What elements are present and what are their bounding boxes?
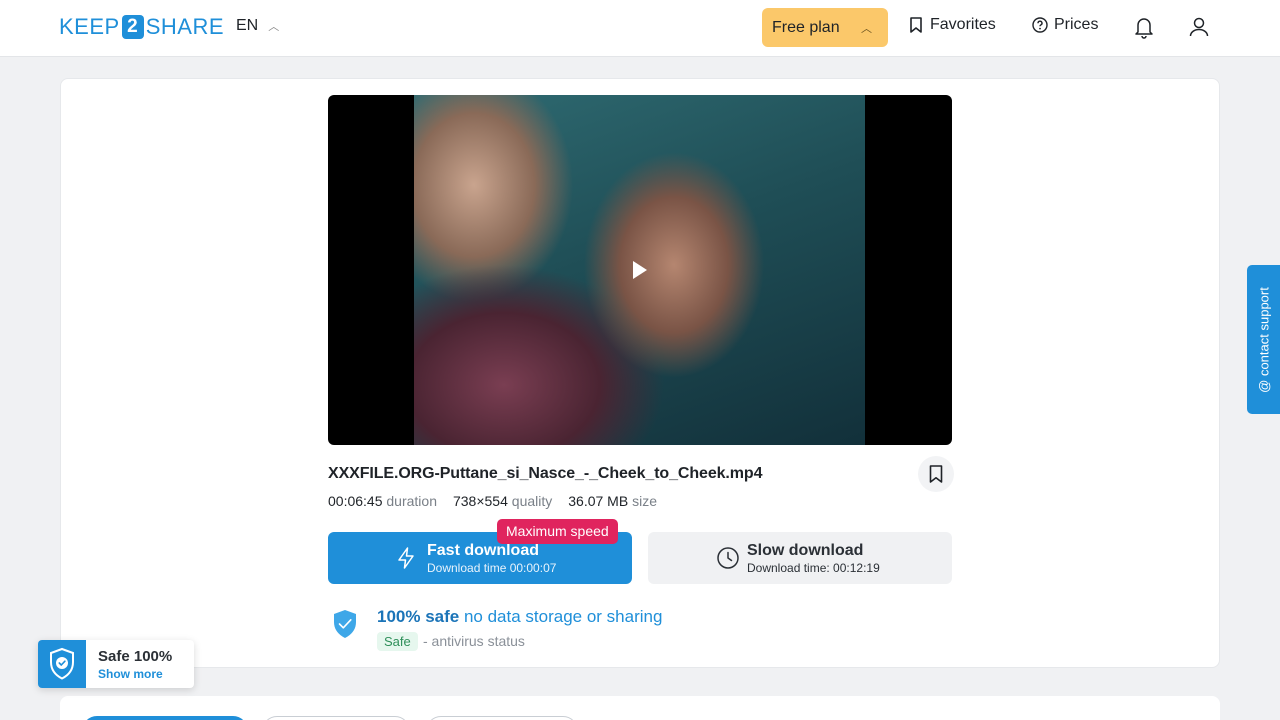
language-selector[interactable]: EN ︿	[236, 17, 279, 35]
slow-download-button[interactable]: Slow download Download time: 00:12:19	[648, 532, 952, 584]
bottom-tab-1[interactable]	[82, 716, 248, 720]
logo-text-right: SHARE	[145, 14, 224, 39]
slow-download-time: Download time: 00:12:19	[747, 561, 880, 575]
quality-item: 738×554 quality	[453, 493, 552, 509]
bottom-tab-3[interactable]	[426, 716, 578, 720]
lightning-icon	[398, 547, 414, 569]
fast-download-time: Download time 00:00:07	[427, 561, 557, 575]
fast-download-title: Fast download	[427, 542, 539, 559]
prices-label: Prices	[1054, 16, 1099, 33]
contact-support-label: @ contact support	[1256, 286, 1271, 393]
help-circle-icon	[1032, 17, 1048, 33]
size-label: size	[632, 493, 657, 509]
duration-item: 00:06:45 duration	[328, 493, 437, 509]
duration-value: 00:06:45	[328, 493, 383, 509]
prices-link[interactable]: Prices	[1032, 16, 1098, 34]
duration-label: duration	[386, 493, 437, 509]
bookmark-icon	[929, 465, 943, 483]
favorites-link[interactable]: Favorites	[908, 16, 996, 34]
logo-badge: 2	[121, 15, 144, 39]
file-name: XXXFILE.ORG-Puttane_si_Nasce_-_Cheek_to_…	[328, 465, 763, 482]
safe-widget[interactable]: Safe 100% Show more	[38, 640, 194, 688]
size-item: 36.07 MB size	[568, 493, 657, 509]
size-value: 36.07 MB	[568, 493, 629, 509]
slow-download-title: Slow download	[747, 542, 864, 559]
chevron-up-icon: ︿	[861, 22, 872, 35]
free-plan-button[interactable]: Free plan ︿	[762, 8, 888, 47]
free-plan-label: Free plan	[772, 18, 840, 36]
max-speed-badge: Maximum speed	[497, 519, 618, 544]
safety-bold: 100% safe	[377, 607, 460, 626]
favorites-label: Favorites	[930, 16, 996, 33]
antivirus-tag: Safe	[377, 632, 418, 651]
clock-icon	[717, 547, 739, 569]
bottom-tab-2[interactable]	[262, 716, 410, 720]
safe-widget-link[interactable]: Show more	[98, 667, 163, 681]
file-meta: 00:06:45 duration 738×554 quality 36.07 …	[328, 493, 657, 509]
safe-widget-title: Safe 100%	[98, 648, 173, 665]
play-icon[interactable]	[633, 261, 647, 279]
shield-check-icon	[334, 610, 356, 638]
quality-label: quality	[511, 493, 553, 509]
chevron-up-icon: ︿	[268, 21, 280, 33]
logo-text-left: KEEP	[59, 14, 120, 39]
antivirus-status: - antivirus status	[423, 633, 525, 649]
bookmark-button[interactable]	[918, 456, 954, 492]
quality-value: 738×554	[452, 493, 508, 509]
bell-icon[interactable]	[1133, 15, 1155, 39]
user-icon[interactable]	[1188, 15, 1210, 39]
contact-support-tab[interactable]: @ contact support	[1247, 265, 1280, 414]
language-label: EN	[236, 17, 259, 34]
bookmark-icon	[910, 17, 922, 33]
shield-check-icon	[50, 647, 74, 680]
site-logo[interactable]: KEEP 2 SHARE	[59, 14, 224, 40]
top-header: KEEP 2 SHARE EN ︿ Free plan ︿ Favorites …	[0, 0, 1280, 57]
safety-statement: 100% safe no data storage or sharing	[377, 607, 662, 627]
safety-rest: no data storage or sharing	[459, 607, 663, 626]
safe-widget-icon-box	[38, 640, 86, 688]
